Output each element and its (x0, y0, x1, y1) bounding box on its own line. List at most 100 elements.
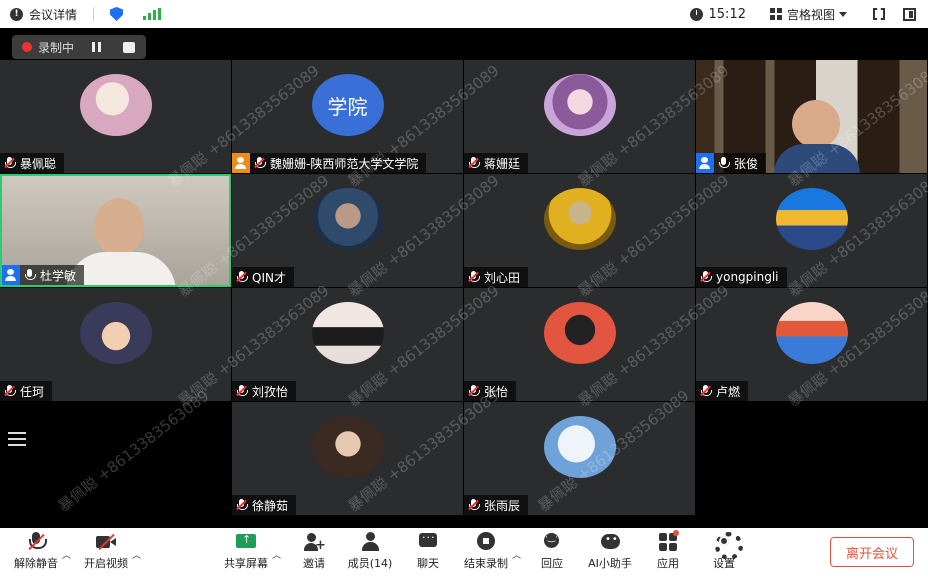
participant-name: 刘孜怡 (252, 384, 289, 399)
cohost-icon (232, 153, 250, 173)
participant-tile[interactable]: yongpingli (696, 174, 927, 287)
video-options-chevron-icon[interactable]: ︿ (132, 548, 141, 561)
ai-assistant-label: AI小助手 (588, 557, 632, 570)
reactions-button[interactable]: 回应 (522, 532, 582, 571)
avatar (311, 188, 384, 250)
avatar (79, 302, 152, 364)
floating-window-icon[interactable] (903, 7, 916, 21)
chat-icon (417, 531, 439, 552)
meeting-info-link[interactable]: 会议详情 (29, 6, 77, 23)
participant-name-tag: 任珂 (0, 381, 53, 401)
avatar (311, 416, 384, 478)
bottom-toolbar: 解除静音 ︿ 开启视频 ︿ 共享屏幕 ︿ 邀请 成员(14) 聊天 结束录制 ︿… (0, 528, 928, 579)
apps-button[interactable]: 应用 (638, 530, 698, 571)
stop-recording-label: 结束录制 (464, 557, 508, 570)
record-stop-icon (475, 532, 497, 552)
ai-assistant-button[interactable]: AI小助手 (580, 532, 640, 571)
participant-tile[interactable]: 张怡 (464, 288, 695, 401)
mic-muted-icon (236, 385, 248, 397)
participant-name: 杜学敏 (40, 268, 77, 283)
mic-muted-icon (236, 499, 248, 511)
avatar (543, 302, 616, 364)
mic-muted-icon (468, 499, 480, 511)
participant-name-tag: QIN才 (232, 267, 294, 287)
mic-muted-icon (4, 157, 16, 169)
recording-status: 录制中 (38, 40, 75, 55)
members-button[interactable]: 成员(14) (340, 532, 400, 571)
participant-tile[interactable]: QIN才 (232, 174, 463, 287)
video-grid: 暴佩聪 学院 魏姗姗-陕西师范大学文学院 蒋姗廷 张俊 杜学敏 QIN才 刘心田 yongpin… (0, 60, 928, 516)
members-label: 成员(14) (347, 557, 393, 570)
participant-name: 暴佩聪 (20, 156, 57, 171)
unmute-button[interactable]: 解除静音 (6, 532, 66, 571)
list-icon[interactable] (8, 432, 26, 446)
participant-tile[interactable]: 刘心田 (464, 174, 695, 287)
security-shield-icon[interactable] (110, 7, 124, 21)
avatar (543, 416, 616, 478)
invite-button[interactable]: 邀请 (284, 532, 344, 571)
participant-tile[interactable]: 蒋姗廷 (464, 60, 695, 173)
stop-recording-icon[interactable] (123, 41, 136, 53)
participant-name-tag: 蒋姗廷 (464, 153, 529, 173)
clock-icon (689, 7, 703, 21)
participant-tile[interactable]: 任珂 (0, 288, 231, 401)
host-icon (2, 265, 20, 285)
divider (93, 7, 95, 21)
participant-name: 魏姗姗-陕西师范大学文学院 (270, 156, 419, 171)
avatar (311, 302, 384, 364)
participant-tile[interactable]: 暴佩聪 (0, 60, 231, 173)
mic-muted-icon (700, 385, 712, 397)
host-icon (696, 153, 714, 173)
mic-muted-icon (468, 157, 480, 169)
chevron-down-icon[interactable] (839, 11, 847, 17)
view-mode-button[interactable]: 宫格视图 (787, 6, 835, 23)
participant-name: yongpingli (716, 270, 779, 284)
participant-name-tag: 刘心田 (464, 267, 529, 287)
participant-name-tag: 张怡 (464, 381, 517, 401)
camera-off-icon (95, 532, 117, 552)
mic-muted-icon (4, 385, 16, 397)
participant-name: 张雨辰 (484, 498, 521, 513)
participant-tile[interactable]: 张雨辰 (464, 402, 695, 515)
avatar (543, 74, 616, 136)
participant-video-subject-body (774, 144, 860, 173)
audio-options-chevron-icon[interactable]: ︿ (62, 548, 71, 561)
gear-icon (713, 532, 743, 560)
participant-tile[interactable]: 卢燃 (696, 288, 927, 401)
chat-button[interactable]: 聊天 (398, 531, 458, 571)
add-user-icon (303, 532, 326, 553)
apps-grid-icon (657, 530, 679, 552)
participant-tile[interactable]: 刘孜怡 (232, 288, 463, 401)
apps-label: 应用 (657, 557, 679, 570)
share-screen-button[interactable]: 共享屏幕 (216, 532, 276, 571)
mic-muted-icon (236, 271, 248, 283)
recording-options-chevron-icon[interactable]: ︿ (512, 548, 521, 561)
settings-button[interactable]: 设置 (694, 532, 754, 571)
mic-icon (718, 157, 730, 169)
network-signal-icon[interactable] (143, 8, 162, 20)
invite-label: 邀请 (303, 557, 325, 570)
members-icon (359, 532, 381, 552)
avatar: 学院 (311, 74, 384, 136)
mic-muted-icon (700, 271, 712, 283)
start-video-button[interactable]: 开启视频 (76, 532, 136, 571)
pause-recording-icon[interactable] (92, 42, 102, 52)
participant-tile[interactable]: 杜学敏 (0, 174, 231, 287)
participant-video-subject (94, 198, 144, 256)
grid-view-icon[interactable] (769, 8, 782, 20)
participant-tile[interactable]: 徐静茹 (232, 402, 463, 515)
fullscreen-icon[interactable] (873, 8, 885, 20)
stop-recording-button[interactable]: 结束录制 (456, 532, 516, 571)
info-icon[interactable]: ! (10, 7, 23, 21)
meeting-time: 15:12 (708, 6, 746, 22)
share-options-chevron-icon[interactable]: ︿ (272, 548, 281, 561)
ai-robot-icon (599, 532, 621, 552)
leave-meeting-button[interactable]: 离开会议 (830, 537, 914, 567)
avatar (775, 188, 848, 250)
reactions-label: 回应 (541, 557, 563, 570)
unmute-label: 解除静音 (14, 557, 58, 570)
mic-muted-icon (254, 157, 266, 169)
participant-name-tag: 杜学敏 (2, 265, 85, 285)
participant-tile[interactable]: 学院魏姗姗-陕西师范大学文学院 (232, 60, 463, 173)
participant-tile[interactable]: 张俊 (696, 60, 927, 173)
